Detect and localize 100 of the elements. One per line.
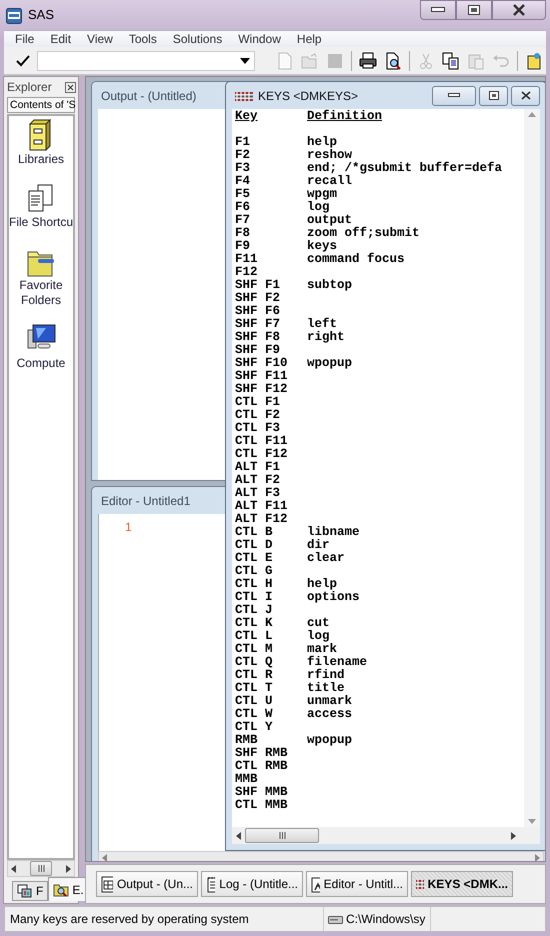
panel-header: Contents of 'S bbox=[7, 97, 75, 113]
window-tab[interactable]: KEYS <DMK... bbox=[411, 871, 513, 897]
key-definition: filename bbox=[307, 656, 368, 669]
print-preview-icon[interactable] bbox=[384, 52, 402, 70]
key-name: ALT F11 bbox=[235, 500, 289, 513]
close-button[interactable] bbox=[492, 0, 546, 20]
minimize-button[interactable] bbox=[432, 86, 476, 106]
window-tab[interactable]: Output - (Un... bbox=[96, 871, 198, 897]
column-header: Definition bbox=[307, 110, 382, 123]
key-name: F12 bbox=[235, 266, 259, 279]
panel-tab[interactable]: F bbox=[12, 881, 48, 901]
key-name: F9 bbox=[235, 240, 252, 253]
key-name: CTL B bbox=[235, 526, 274, 539]
table-document-icon bbox=[101, 876, 113, 892]
key-definition: libname bbox=[307, 526, 360, 539]
horizontal-scrollbar[interactable] bbox=[232, 827, 540, 844]
menu-item[interactable]: View bbox=[79, 30, 121, 48]
key-name: ALT F1 bbox=[235, 461, 282, 474]
key-definition: wpopup bbox=[307, 734, 352, 747]
key-definition: title bbox=[307, 682, 345, 695]
key-name: F7 bbox=[235, 214, 252, 227]
key-definition: wpgm bbox=[307, 188, 338, 201]
key-name: SHF RMB bbox=[235, 747, 289, 760]
keyboard-icon bbox=[416, 880, 424, 888]
item-label[interactable]: Compute bbox=[16, 356, 66, 371]
key-name: SHF F7 bbox=[235, 318, 282, 331]
key-definition: right bbox=[307, 331, 345, 344]
menu-item[interactable]: File bbox=[7, 30, 42, 48]
key-definition: subtop bbox=[307, 279, 352, 292]
horizontal-scrollbar[interactable] bbox=[98, 851, 544, 861]
line-number: 1 bbox=[125, 519, 132, 536]
minimize-icon bbox=[431, 7, 445, 13]
results-window-icon bbox=[17, 884, 33, 898]
close-icon[interactable] bbox=[65, 82, 76, 92]
left-arrow-icon bbox=[236, 832, 241, 840]
right-arrow-icon bbox=[66, 864, 71, 872]
key-definition: end; /*gsubmit buffer=defa bbox=[307, 162, 502, 175]
document-icon bbox=[311, 876, 320, 892]
minimize-button[interactable] bbox=[420, 0, 456, 20]
key-definition: dir bbox=[307, 539, 330, 552]
key-name: ALT F2 bbox=[235, 474, 282, 487]
menu-item[interactable]: Solutions bbox=[164, 30, 230, 48]
key-name: CTL L bbox=[235, 630, 274, 643]
grip-icon[interactable] bbox=[278, 832, 286, 839]
window-title: KEYS <DMKEYS> bbox=[258, 88, 358, 104]
menu-item[interactable]: Help bbox=[288, 30, 330, 48]
window-title: SAS bbox=[28, 6, 54, 24]
key-name: CTL I bbox=[235, 591, 274, 604]
keyboard-icon bbox=[235, 92, 253, 101]
key-name: CTL RMB bbox=[235, 760, 289, 773]
grip-icon[interactable] bbox=[38, 865, 44, 872]
key-name: CTL G bbox=[235, 565, 274, 578]
status-message: Many keys are reserved by operating system bbox=[9, 911, 250, 928]
key-name: RMB bbox=[235, 734, 259, 747]
key-name: CTL Y bbox=[235, 721, 274, 734]
key-name: CTL T bbox=[235, 682, 274, 695]
window-tab[interactable]: Log - (Untitle... bbox=[201, 871, 303, 897]
key-name: CTL M bbox=[235, 643, 274, 656]
key-name: SHF F9 bbox=[235, 344, 282, 357]
maximize-button[interactable] bbox=[456, 0, 492, 20]
item-label[interactable]: Favorite Folders bbox=[9, 278, 73, 308]
key-name: F1 bbox=[235, 136, 252, 149]
key-definition: wpopup bbox=[307, 357, 352, 370]
window-tab[interactable]: Editor - Untitl... bbox=[306, 871, 408, 897]
key-name: CTL H bbox=[235, 578, 274, 591]
key-definition: mark bbox=[307, 643, 338, 656]
maximize-button[interactable] bbox=[479, 86, 508, 106]
left-arrow-icon bbox=[11, 864, 16, 872]
close-button[interactable] bbox=[511, 86, 540, 106]
vertical-scrollbar[interactable] bbox=[524, 109, 540, 827]
item-label[interactable]: Libraries bbox=[18, 152, 64, 167]
item-label[interactable]: File Shortcu bbox=[9, 215, 73, 230]
printer-icon[interactable] bbox=[359, 52, 377, 70]
menu-item[interactable]: Tools bbox=[120, 30, 165, 48]
key-name: CTL MMB bbox=[235, 799, 289, 812]
horizontal-scrollbar[interactable] bbox=[7, 860, 75, 877]
key-name: SHF F8 bbox=[235, 331, 282, 344]
command-field[interactable] bbox=[37, 50, 255, 70]
copy-icon[interactable] bbox=[442, 52, 460, 70]
menu-item[interactable]: Window bbox=[230, 30, 289, 48]
key-definition: help bbox=[307, 578, 338, 591]
key-definition: zoom off;submit bbox=[307, 227, 420, 240]
key-name: SHF F6 bbox=[235, 305, 282, 318]
maximize-icon bbox=[488, 91, 498, 100]
down-arrow-icon bbox=[528, 819, 536, 824]
key-definition: access bbox=[307, 708, 352, 721]
drive-icon bbox=[328, 914, 343, 924]
key-name: SHF F10 bbox=[235, 357, 289, 370]
key-definition: output bbox=[307, 214, 352, 227]
key-definition: help bbox=[307, 136, 338, 149]
key-name: SHF F2 bbox=[235, 292, 282, 305]
key-definition: reshow bbox=[307, 149, 352, 162]
menu-item[interactable]: Edit bbox=[42, 30, 80, 48]
key-name: CTL F3 bbox=[235, 422, 282, 435]
key-name: CTL F12 bbox=[235, 448, 289, 461]
notepad-icon bbox=[206, 876, 216, 892]
key-name: F3 bbox=[235, 162, 252, 175]
key-name: CTL E bbox=[235, 552, 274, 565]
key-name: F6 bbox=[235, 201, 252, 214]
key-name: F4 bbox=[235, 175, 252, 188]
